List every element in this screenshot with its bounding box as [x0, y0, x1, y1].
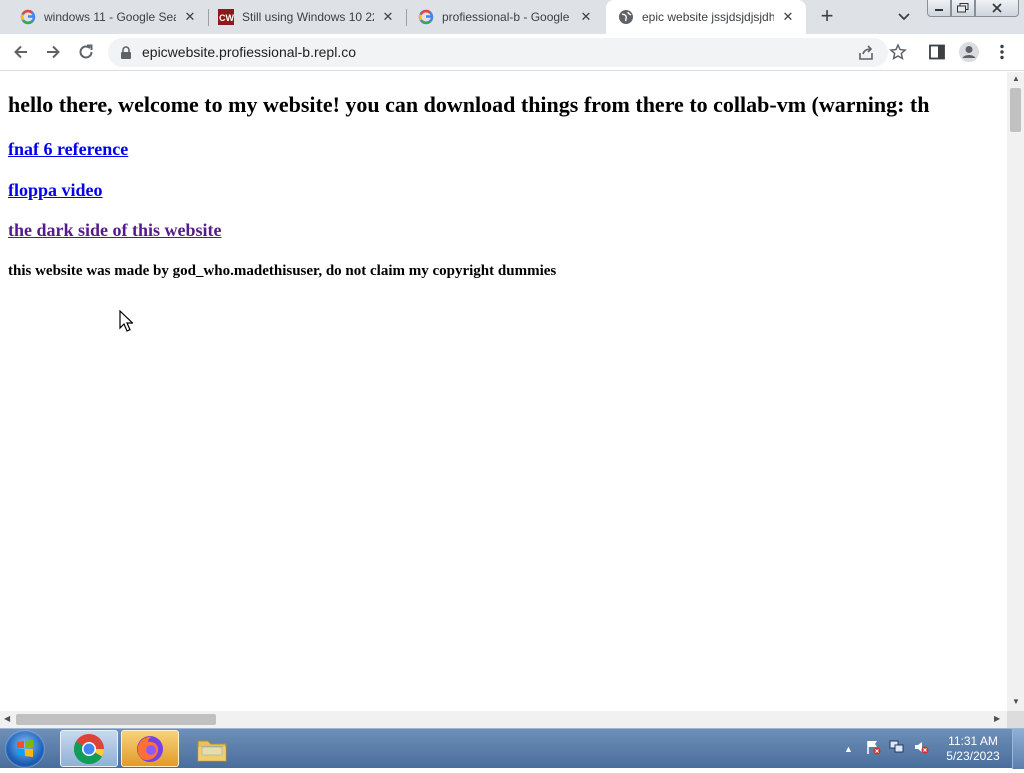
- firefox-icon: [137, 735, 163, 762]
- close-icon[interactable]: ✕: [380, 9, 396, 25]
- minimize-button[interactable]: [927, 0, 951, 17]
- lock-icon[interactable]: [120, 46, 132, 65]
- reload-icon: [79, 44, 93, 59]
- folder-icon: [197, 740, 227, 761]
- google-icon: [20, 9, 36, 25]
- star-icon: [889, 43, 907, 60]
- forward-arrow-icon: [47, 45, 60, 59]
- google-icon: [418, 9, 434, 25]
- tab-strip: windows 11 - Google Sea ✕ CW Still using…: [0, 0, 1024, 34]
- network-icon[interactable]: [889, 739, 905, 760]
- bookmark-star-button[interactable]: [886, 40, 910, 64]
- cw-icon: CW: [218, 9, 234, 25]
- window-controls: [927, 0, 1019, 18]
- restore-button[interactable]: [951, 0, 975, 17]
- action-center-flag-icon[interactable]: [865, 739, 881, 760]
- tab-epic-website[interactable]: epic website jssjdsjdjsjdh ✕: [606, 0, 806, 34]
- restore-icon: [957, 3, 969, 13]
- show-hidden-icons-icon[interactable]: ▲: [844, 744, 853, 754]
- browser-toolbar: epicwebsite.profiessional-b.repl.co: [0, 34, 1024, 71]
- tab-still-using-windows-10[interactable]: CW Still using Windows 10 22 ✕: [208, 0, 406, 34]
- tab-windows-11[interactable]: windows 11 - Google Sea ✕: [0, 0, 208, 34]
- scroll-up-arrow-icon[interactable]: ▲: [1012, 74, 1020, 83]
- tab-profiessional-b[interactable]: profiessional-b - Google ✕: [406, 0, 604, 34]
- scroll-down-arrow-icon[interactable]: ▼: [1012, 697, 1020, 706]
- scroll-right-arrow-icon[interactable]: ▶: [994, 714, 1000, 723]
- start-button[interactable]: [5, 730, 45, 768]
- show-desktop-button[interactable]: [1012, 729, 1024, 769]
- side-panel-icon: [929, 44, 945, 60]
- volume-muted-icon[interactable]: [913, 739, 929, 760]
- close-icon[interactable]: ✕: [780, 9, 796, 25]
- close-icon[interactable]: ✕: [182, 9, 198, 25]
- share-icon[interactable]: [857, 44, 875, 67]
- menu-button[interactable]: [990, 40, 1014, 64]
- scrollbar-corner: [1007, 711, 1024, 728]
- forward-button[interactable]: [41, 40, 65, 64]
- link-fnaf-6-reference[interactable]: fnaf 6 reference: [8, 139, 128, 160]
- scroll-left-arrow-icon[interactable]: ◀: [4, 714, 10, 723]
- link-floppa-video[interactable]: floppa video: [8, 180, 103, 201]
- window-close-button[interactable]: [975, 0, 1019, 17]
- back-button[interactable]: [9, 40, 33, 64]
- clock-time: 11:31 AM: [948, 734, 998, 748]
- reload-button[interactable]: [74, 40, 98, 64]
- link-dark-side[interactable]: the dark side of this website: [8, 220, 222, 241]
- tab-title: epic website jssjdsjdjsjdh: [642, 10, 774, 24]
- vertical-scrollbar[interactable]: ▲ ▼: [1007, 72, 1024, 711]
- svg-text:CW: CW: [219, 13, 234, 23]
- chevron-down-icon[interactable]: [895, 9, 913, 25]
- back-arrow-icon: [14, 45, 27, 59]
- kebab-menu-icon: [1000, 44, 1004, 60]
- mouse-cursor-icon: [119, 309, 134, 337]
- taskbar: ▲ 11:31 AM 5/23/2023: [0, 728, 1024, 769]
- new-tab-button[interactable]: +: [815, 5, 839, 29]
- chrome-icon: [73, 733, 105, 764]
- close-icon[interactable]: ✕: [578, 9, 594, 25]
- url-text[interactable]: epicwebsite.profiessional-b.repl.co: [142, 44, 356, 60]
- vertical-scroll-thumb[interactable]: [1010, 88, 1021, 132]
- tab-title: profiessional-b - Google: [442, 10, 570, 24]
- avatar-icon: [959, 42, 979, 62]
- taskbar-clock[interactable]: 11:31 AM 5/23/2023: [940, 734, 1006, 764]
- page-heading: hello there, welcome to my website! you …: [8, 92, 930, 117]
- close-icon: [992, 3, 1002, 13]
- horizontal-scrollbar[interactable]: ◀ ▶: [0, 711, 1007, 728]
- credit-text: this website was made by god_who.madethi…: [8, 263, 557, 279]
- taskbar-file-explorer[interactable]: [183, 730, 241, 767]
- side-panel-button[interactable]: [925, 40, 949, 64]
- tab-title: Still using Windows 10 22: [242, 10, 374, 24]
- tab-title: windows 11 - Google Sea: [44, 10, 176, 24]
- profile-button[interactable]: [957, 40, 981, 64]
- globe-icon: [618, 9, 634, 25]
- minimize-icon: [935, 9, 943, 11]
- page-content: hello there, welcome to my website! you …: [0, 72, 1007, 711]
- address-bar[interactable]: epicwebsite.profiessional-b.repl.co: [108, 38, 888, 67]
- taskbar-firefox[interactable]: [121, 730, 179, 767]
- taskbar-chrome[interactable]: [60, 730, 118, 767]
- clock-date: 5/23/2023: [946, 749, 1000, 763]
- windows-logo-icon: [17, 740, 33, 757]
- horizontal-scroll-thumb[interactable]: [16, 714, 216, 725]
- notification-area: ▲: [844, 729, 929, 769]
